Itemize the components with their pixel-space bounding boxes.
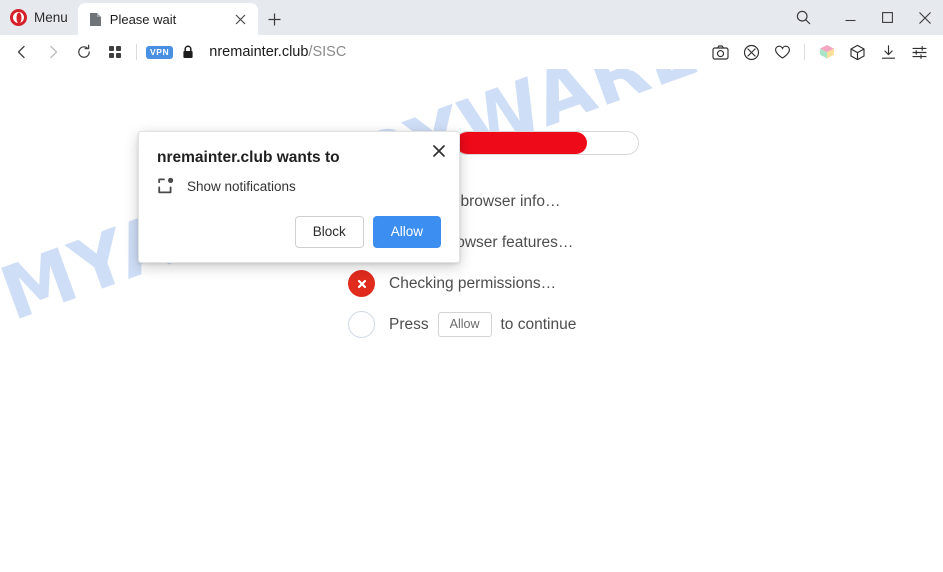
easy-setup-sliders-icon[interactable] — [904, 37, 935, 68]
circle-icon — [348, 311, 375, 338]
tab-title: Please wait — [109, 11, 177, 27]
toolbar-divider-2 — [804, 44, 805, 60]
dialog-title: nremainter.club wants to — [157, 149, 340, 166]
reload-icon[interactable] — [68, 37, 99, 68]
back-arrow-icon[interactable] — [6, 37, 37, 68]
instruction-text-after: to continue — [500, 315, 577, 333]
press-allow-instruction: Press Allow to continue — [389, 312, 576, 337]
dialog-close-icon[interactable] — [429, 141, 449, 161]
ad-blocker-icon[interactable] — [736, 37, 767, 68]
minimize-icon[interactable] — [832, 0, 869, 35]
cross-icon — [348, 270, 375, 297]
camera-snapshot-icon[interactable] — [705, 37, 736, 68]
progress-bar-fill — [456, 132, 588, 154]
lock-icon[interactable] — [182, 45, 194, 59]
notification-permission-dialog: nremainter.club wants to Show notificati… — [138, 131, 460, 263]
new-tab-button[interactable] — [260, 3, 290, 35]
tab-please-wait[interactable]: Please wait — [77, 3, 258, 35]
page-content: MYANTISPYWARE.COM Analyzing browser info… — [0, 69, 943, 572]
url-path: /SISC — [308, 44, 347, 60]
forward-arrow-icon — [37, 37, 68, 68]
check-row-label: Checking permissions… — [389, 274, 557, 292]
download-icon[interactable] — [873, 37, 904, 68]
menu-button-label: Menu — [34, 10, 68, 25]
page-icon — [89, 12, 102, 27]
toolbar-divider — [136, 44, 137, 60]
search-icon[interactable] — [785, 0, 822, 35]
dialog-permission-label: Show notifications — [187, 179, 296, 194]
extensions-cube-icon[interactable] — [842, 37, 873, 68]
instruction-text-before: Press — [389, 315, 429, 333]
dialog-actions: Block Allow — [157, 216, 441, 248]
window-controls — [785, 0, 943, 35]
progress-bar-track — [455, 131, 639, 155]
url-host: nremainter.club — [209, 44, 309, 60]
inline-allow-chip: Allow — [437, 312, 492, 337]
browser-window: Menu Please wait VPN nremainter.club/SIS… — [0, 0, 943, 572]
opera-menu-button[interactable]: Menu — [0, 0, 78, 35]
workspaces-cube-icon[interactable] — [811, 37, 842, 68]
check-row: Checking permissions… — [348, 263, 768, 304]
vpn-badge[interactable]: VPN — [146, 45, 174, 59]
dialog-permission-row: Show notifications — [157, 177, 441, 196]
opera-logo-icon — [10, 9, 27, 26]
browser-toolbar-right — [705, 37, 943, 68]
window-close-icon[interactable] — [906, 0, 943, 35]
allow-button[interactable]: Allow — [372, 216, 441, 248]
heart-favorite-icon[interactable] — [767, 37, 798, 68]
check-row-pending: Press Allow to continue — [348, 304, 768, 345]
maximize-icon[interactable] — [869, 0, 906, 35]
grid-tiles-icon[interactable] — [99, 37, 130, 68]
address-bar: VPN nremainter.club/SISC — [0, 35, 943, 69]
tab-close-icon[interactable] — [232, 10, 250, 28]
url-display[interactable]: nremainter.club/SISC — [209, 44, 346, 60]
block-button[interactable]: Block — [294, 216, 364, 248]
notification-popup-icon — [157, 177, 176, 196]
tab-strip: Menu Please wait — [0, 0, 943, 35]
